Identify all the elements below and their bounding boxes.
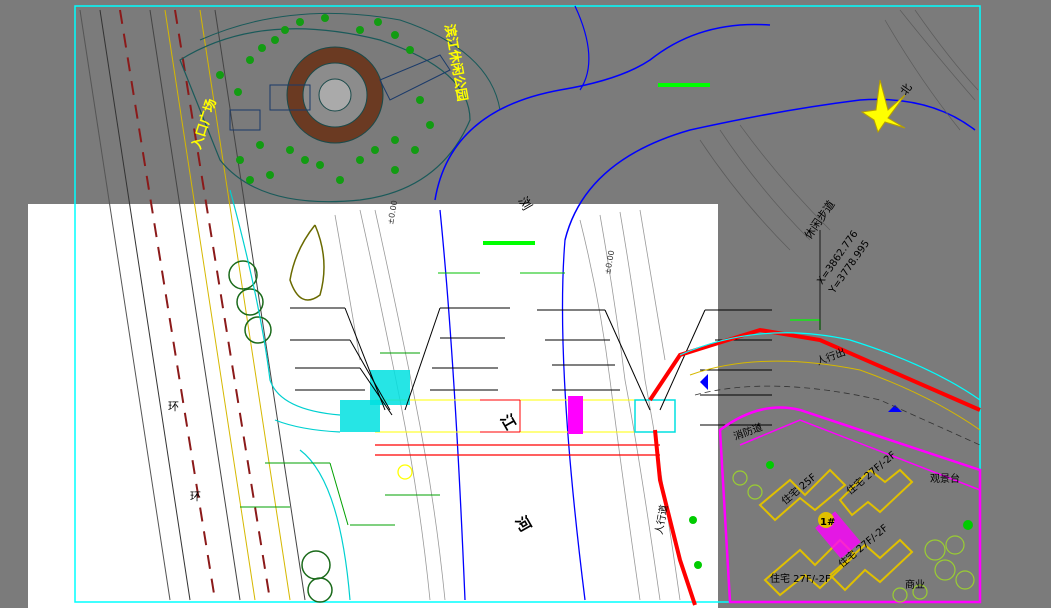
ring-road-label-2: 环 — [190, 490, 201, 503]
ring-road-label-1: 环 — [168, 400, 179, 413]
pavilion-label: 观景台 — [930, 472, 960, 485]
unit-label: 1# — [820, 517, 835, 528]
cad-site-plan: 滨江休闲公园 入口广场 浏 江 河 环 环 住宅 27F/-2F 住宅 27F/… — [0, 0, 1051, 608]
building-label-a: 住宅 27F/-2F — [770, 572, 831, 585]
commercial-label: 商业 — [905, 578, 925, 591]
